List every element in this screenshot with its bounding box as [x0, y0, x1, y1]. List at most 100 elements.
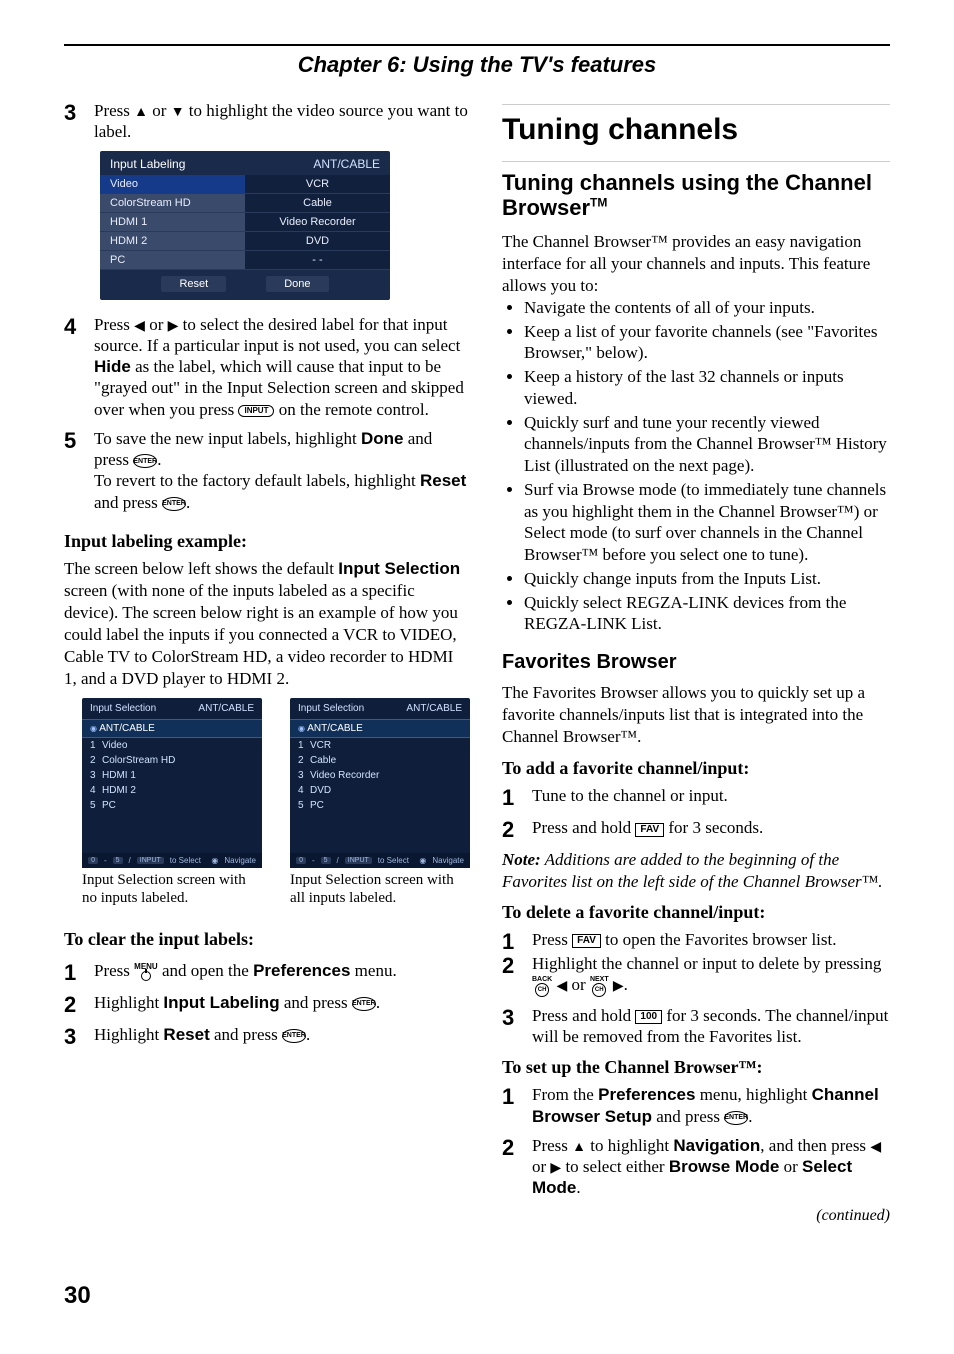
c2b: and press — [280, 993, 352, 1012]
b4: Quickly surf and tune your recently view… — [524, 412, 890, 477]
fav-p: The Favorites Browser allows you to quic… — [502, 682, 890, 748]
add-step-2: 2 Press and hold FAV for 3 seconds. — [502, 817, 890, 841]
b1: Navigate the contents of all of your inp… — [524, 297, 890, 319]
step3-text-a: Press — [94, 101, 134, 120]
del-num-1: 1 — [502, 931, 524, 953]
del-num-2: 2 — [502, 955, 524, 977]
clear-step-1: 1 Press MENU and open the Preferences me… — [64, 960, 470, 984]
selB-r3: 3Video Recorder — [290, 768, 470, 783]
selB-r4: 4DVD — [290, 783, 470, 798]
osd-row-vcr: VCR — [245, 175, 390, 194]
s1pref: Preferences — [598, 1085, 695, 1104]
selA-footer: 0 - 5 / INPUT to Select ◉ Navigate — [82, 853, 262, 868]
clear-step-num-2: 2 — [64, 994, 86, 1016]
d1a: Press — [532, 930, 572, 949]
ex-a: The screen below left shows the default — [64, 559, 338, 578]
del-step-2: 2 Highlight the channel or input to dele… — [502, 953, 890, 997]
del-step-1: 1 Press FAV to open the Favorites browse… — [502, 929, 890, 953]
selA-caption: Input Selection screen with no inputs la… — [82, 872, 262, 907]
selB-caption: Input Selection screen with all inputs l… — [290, 872, 470, 907]
right-arrow-icon-2: ▶ — [613, 977, 624, 993]
clear-step-3: 3 Highlight Reset and press ENTER. — [64, 1024, 470, 1048]
chapter-title: Chapter 6: Using the TV's features — [64, 52, 890, 78]
selA-r5: 5PC — [82, 798, 262, 813]
clear-step-num-3: 3 — [64, 1026, 86, 1048]
s4e: on the remote control. — [274, 400, 428, 419]
add-num-2: 2 — [502, 819, 524, 841]
s1b: menu, highlight — [695, 1085, 811, 1104]
osd-row-colorstream: ColorStream HD — [100, 194, 245, 213]
osd-title: Input Labeling — [110, 157, 185, 171]
s2e: to select either — [561, 1157, 669, 1176]
step-5: 5 To save the new input labels, highligh… — [64, 428, 470, 513]
c3a: Highlight — [94, 1025, 163, 1044]
step-num-4: 4 — [64, 316, 86, 338]
set-step-1: 1 From the Preferences menu, highlight C… — [502, 1084, 890, 1127]
step3-text-b: or — [148, 101, 171, 120]
s1a: From the — [532, 1085, 598, 1104]
right-column: Tuning channels Tuning channels using th… — [502, 100, 890, 1225]
rule-below-h1 — [502, 161, 890, 162]
note-label: Note: — [502, 850, 541, 869]
cb-bullets: Navigate the contents of all of your inp… — [502, 297, 890, 635]
hundred-button-icon: 100 — [635, 1010, 662, 1024]
note-additions: Note: Additions are added to the beginni… — [502, 849, 890, 892]
clear-labels-heading: To clear the input labels: — [64, 929, 470, 950]
c2a: Highlight — [94, 993, 163, 1012]
set-step-2: 2 Press ▲ to highlight Navigation, and t… — [502, 1135, 890, 1199]
selB-r5: 5PC — [290, 798, 470, 813]
selB-ant: ANT/CABLE — [290, 719, 470, 738]
c1c: menu. — [350, 961, 396, 980]
d3a: Press and hold — [532, 1006, 635, 1025]
fav-button-icon-2: FAV — [572, 934, 601, 948]
s5ra: To revert to the factory default labels,… — [94, 471, 420, 490]
osd-header-right: ANT/CABLE — [313, 157, 380, 171]
selA-ant: ANT/CABLE — [82, 719, 262, 738]
input-selection-pair: Input SelectionANT/CABLE ANT/CABLE 1Vide… — [82, 698, 470, 907]
add2b: for 3 seconds. — [664, 818, 763, 837]
up-arrow-icon: ▲ — [134, 103, 148, 119]
ex-b: Input Selection — [338, 559, 460, 578]
c1pref: Preferences — [253, 961, 350, 980]
left-arrow-icon-2: ◀ — [556, 977, 567, 993]
d2a: Highlight the channel or input to delete… — [532, 954, 881, 973]
favorites-browser-heading: Favorites Browser — [502, 651, 890, 674]
set-num-2: 2 — [502, 1137, 524, 1159]
osd-input-selection-labeled: Input SelectionANT/CABLE ANT/CABLE 1VCR … — [290, 698, 470, 868]
continued-label: (continued) — [502, 1207, 890, 1225]
enter-button-icon: ENTER — [133, 454, 157, 468]
c3c: . — [306, 1025, 310, 1044]
cb-intro: The Channel Browser™ provides an easy na… — [502, 231, 890, 297]
rule-above-h1 — [502, 104, 890, 105]
selB-r2: 2Cable — [290, 753, 470, 768]
s4b: or — [145, 315, 168, 334]
osd-input-labeling: Input Labeling ANT/CABLE Video ColorStre… — [100, 151, 390, 300]
c3b: and press — [210, 1025, 282, 1044]
menu-button-icon: MENU — [134, 963, 158, 981]
right-arrow-icon: ▶ — [168, 317, 179, 333]
s2d: or — [532, 1157, 550, 1176]
page-number: 30 — [64, 1282, 91, 1310]
del-num-3: 3 — [502, 1007, 524, 1029]
back-ch-button-icon: BACKCH — [532, 976, 552, 997]
c1a: Press — [94, 961, 134, 980]
s5done: Done — [361, 429, 404, 448]
selB-title: Input Selection — [298, 703, 364, 714]
c2c: . — [376, 993, 380, 1012]
enter-button-icon-3: ENTER — [352, 997, 376, 1011]
input-labeling-example-heading: Input labeling example: — [64, 531, 470, 552]
add2a: Press and hold — [532, 818, 635, 837]
s2b: to highlight — [586, 1136, 673, 1155]
add1: Tune to the channel or input. — [532, 785, 890, 806]
s4a: Press — [94, 315, 134, 334]
osd-row-dashes: - - — [245, 251, 390, 270]
s5rb: and press — [94, 493, 162, 512]
s1c: and press — [652, 1107, 724, 1126]
selB-right: ANT/CABLE — [406, 703, 462, 714]
s1d: . — [748, 1107, 752, 1126]
step-num-3: 3 — [64, 102, 86, 124]
b3: Keep a history of the last 32 channels o… — [524, 366, 890, 410]
osd-row-pc: PC — [100, 251, 245, 270]
tm-mark: TM — [590, 196, 607, 210]
selB-r1: 1VCR — [290, 738, 470, 753]
